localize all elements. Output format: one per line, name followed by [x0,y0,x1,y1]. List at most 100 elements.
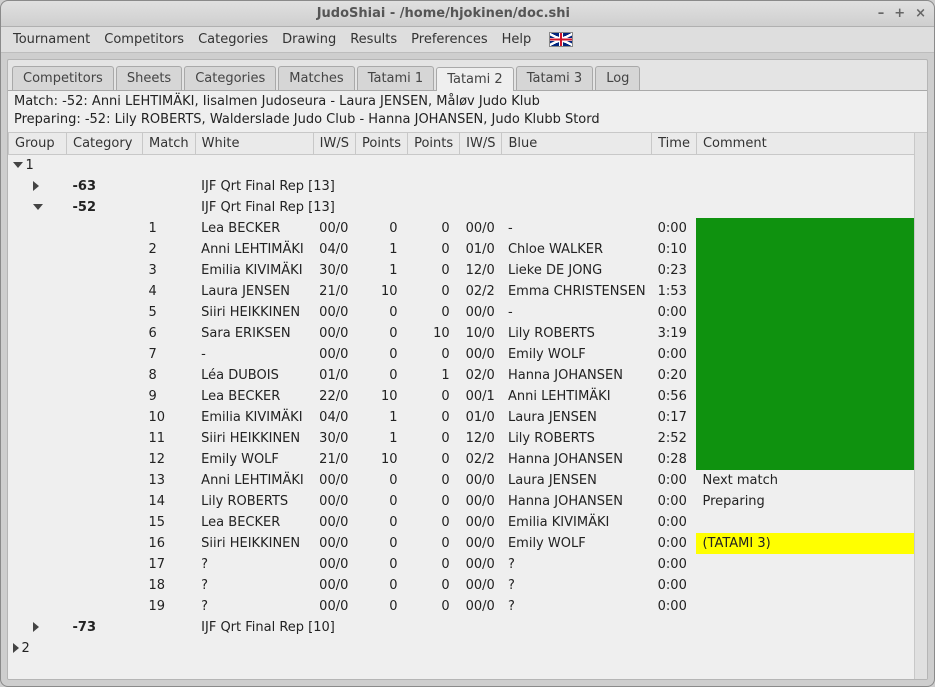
match-row[interactable]: 12Emily WOLF21/010002/2Hanna JOHANSEN0:2… [9,449,927,470]
tab-sheets[interactable]: Sheets [116,66,182,90]
col-iws-white[interactable]: IW/S [313,133,355,155]
col-category[interactable]: Category [67,133,143,155]
category-label: -73 [67,617,143,638]
iws-blue: 10/0 [460,323,502,344]
language-flag-icon[interactable] [549,32,573,47]
comment-cell [696,386,926,407]
points-blue: 0 [408,386,460,407]
col-time[interactable]: Time [652,133,697,155]
info-match-line: Match: -52: Anni LEHTIMÄKI, Iisalmen Jud… [14,93,921,111]
menu-drawing[interactable]: Drawing [282,32,336,47]
match-row[interactable]: 14Lily ROBERTS00/00000/0Hanna JOHANSEN0:… [9,491,927,512]
col-iws-blue[interactable]: IW/S [460,133,502,155]
points-white: 1 [356,407,408,428]
match-number: 18 [143,575,196,596]
points-white: 10 [356,281,408,302]
points-white: 1 [356,428,408,449]
col-match[interactable]: Match [143,133,196,155]
menu-tournament[interactable]: Tournament [13,32,90,47]
iws-white: 30/0 [313,428,355,449]
iws-white: 00/0 [313,491,355,512]
match-row[interactable]: 18?00/00000/0?0:00 [9,575,927,596]
match-row[interactable]: 16Siiri HEIKKINEN00/00000/0Emily WOLF0:0… [9,533,927,554]
points-white: 0 [356,575,408,596]
tree-category-row[interactable]: -52 IJF Qrt Final Rep [13] [9,197,927,218]
iws-white: 00/0 [313,218,355,239]
time: 0:56 [652,386,697,407]
points-blue: 0 [408,344,460,365]
content-area: Competitors Sheets Categories Matches Ta… [7,59,928,680]
tree-category-row[interactable]: -63 IJF Qrt Final Rep [13] [9,176,927,197]
match-row[interactable]: 4Laura JENSEN21/010002/2Emma CHRISTENSEN… [9,281,927,302]
col-comment[interactable]: Comment [696,133,926,155]
tree-group-row[interactable]: 1 [9,155,927,176]
tab-categories[interactable]: Categories [184,66,276,90]
tab-competitors[interactable]: Competitors [12,66,114,90]
iws-white: 00/0 [313,344,355,365]
match-row[interactable]: 15Lea BECKER00/00000/0Emilia KIVIMÄKI0:0… [9,512,927,533]
window-maximize-button[interactable]: + [894,6,905,21]
match-row[interactable]: 2Anni LEHTIMÄKI04/01001/0Chloe WALKER0:1… [9,239,927,260]
points-blue: 0 [408,533,460,554]
white-name: Lea BECKER [195,218,313,239]
col-white[interactable]: White [195,133,313,155]
matches-table: Group Category Match White IW/S Points P… [8,133,927,659]
match-row[interactable]: 19?00/00000/0?0:00 [9,596,927,617]
match-row[interactable]: 1Lea BECKER00/00000/0-0:00 [9,218,927,239]
expand-toggle-icon[interactable] [33,204,43,210]
iws-blue: 00/0 [460,218,502,239]
iws-blue: 00/0 [460,512,502,533]
expand-toggle-icon[interactable] [13,643,19,653]
comment-cell [696,344,926,365]
iws-blue: 01/0 [460,239,502,260]
col-group[interactable]: Group [9,133,67,155]
blue-name: Emilia KIVIMÄKI [502,512,652,533]
match-row[interactable]: 5Siiri HEIKKINEN00/00000/0-0:00 [9,302,927,323]
match-row[interactable]: 10Emilia KIVIMÄKI04/01001/0Laura JENSEN0… [9,407,927,428]
menu-preferences[interactable]: Preferences [411,32,487,47]
comment-cell: (TATAMI 3) [696,533,926,554]
window-close-button[interactable]: × [915,6,926,21]
expand-toggle-icon[interactable] [13,162,23,168]
tab-log[interactable]: Log [595,66,640,90]
white-name: Siiri HEIKKINEN [195,428,313,449]
expand-toggle-icon[interactable] [33,622,39,632]
tab-tatami-2[interactable]: Tatami 2 [436,67,514,91]
match-row[interactable]: 17?00/00000/0?0:00 [9,554,927,575]
match-row[interactable]: 9Lea BECKER22/010000/1Anni LEHTIMÄKI0:56 [9,386,927,407]
iws-white: 00/0 [313,596,355,617]
time: 0:00 [652,512,697,533]
menu-categories[interactable]: Categories [198,32,268,47]
tab-tatami-1[interactable]: Tatami 1 [357,66,435,90]
iws-blue: 02/2 [460,281,502,302]
tab-matches[interactable]: Matches [278,66,354,90]
tab-tatami-3[interactable]: Tatami 3 [516,66,594,90]
col-blue[interactable]: Blue [502,133,652,155]
tree-category-row[interactable]: -73 IJF Qrt Final Rep [10] [9,617,927,638]
points-white: 0 [356,512,408,533]
match-number: 8 [143,365,196,386]
iws-white: 01/0 [313,365,355,386]
menu-competitors[interactable]: Competitors [104,32,184,47]
white-name: Anni LEHTIMÄKI [195,470,313,491]
vertical-scrollbar[interactable] [914,133,927,679]
match-row[interactable]: 13Anni LEHTIMÄKI00/00000/0Laura JENSEN0:… [9,470,927,491]
window-minimize-button[interactable]: – [878,6,885,21]
col-points-blue[interactable]: Points [408,133,460,155]
match-row[interactable]: 11Siiri HEIKKINEN30/01012/0Lily ROBERTS2… [9,428,927,449]
match-row[interactable]: 7-00/00000/0Emily WOLF0:00 [9,344,927,365]
match-number: 9 [143,386,196,407]
points-blue: 0 [408,428,460,449]
comment-cell [696,407,926,428]
match-row[interactable]: 8Léa DUBOIS01/00102/0Hanna JOHANSEN0:20 [9,365,927,386]
menu-help[interactable]: Help [502,32,532,47]
points-blue: 0 [408,260,460,281]
menu-results[interactable]: Results [350,32,397,47]
col-points-white[interactable]: Points [356,133,408,155]
match-row[interactable]: 3Emilia KIVIMÄKI30/01012/0Lieke DE JONG0… [9,260,927,281]
tree-group-row[interactable]: 2 [9,638,927,659]
match-number: 2 [143,239,196,260]
expand-toggle-icon[interactable] [33,181,39,191]
iws-white: 04/0 [313,239,355,260]
match-row[interactable]: 6Sara ERIKSEN00/001010/0Lily ROBERTS3:19 [9,323,927,344]
